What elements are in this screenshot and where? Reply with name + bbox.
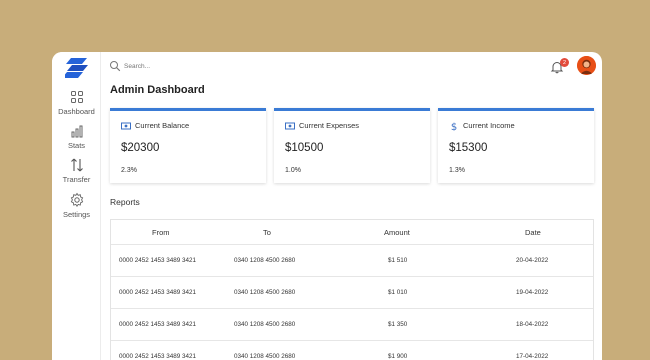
card-value: $15300 — [449, 142, 488, 154]
cell-from: 0000 2452 1453 3489 3421 — [119, 257, 197, 264]
sidebar-item-label: Settings — [62, 210, 91, 219]
column-header-date[interactable]: Date — [525, 228, 541, 237]
card-value: $10500 — [285, 142, 324, 154]
bar-chart-icon — [71, 125, 82, 138]
card-value: $20300 — [121, 142, 160, 154]
sidebar-item-settings[interactable]: Settings — [52, 192, 101, 219]
card-current-income: $ Current Income $15300 1.3% — [438, 108, 594, 183]
table-row[interactable]: 0000 2452 1453 3489 3421 0340 1208 4500 … — [111, 341, 593, 360]
sidebar-item-label: Transfer — [62, 175, 91, 184]
column-header-to[interactable]: To — [263, 228, 271, 237]
cell-from: 0000 2452 1453 3489 3421 — [119, 289, 197, 296]
card-percent: 1.0% — [285, 167, 301, 174]
sidebar-item-stats[interactable]: Stats — [52, 123, 101, 150]
logo-icon[interactable] — [65, 58, 89, 78]
money-icon — [285, 122, 295, 130]
card-title: Current Income — [463, 121, 515, 130]
cell-from: 0000 2452 1453 3489 3421 — [119, 321, 197, 328]
cell-amount: $1 510 — [388, 257, 408, 264]
sidebar-item-transfer[interactable]: Transfer — [52, 157, 101, 184]
column-header-from[interactable]: From — [152, 228, 170, 237]
avatar[interactable] — [577, 56, 596, 75]
dollar-icon: $ — [451, 122, 457, 131]
cell-date: 20-04-2022 — [516, 257, 549, 264]
table-header: From To Amount Date — [111, 220, 593, 245]
card-title: Current Expenses — [299, 121, 360, 130]
cell-amount: $1 350 — [388, 321, 408, 328]
card-percent: 2.3% — [121, 167, 137, 174]
sidebar: Dashboard Stats Transfer Settings — [52, 52, 101, 360]
column-header-amount[interactable]: Amount — [384, 228, 410, 237]
card-title: Current Balance — [135, 121, 190, 130]
cell-to: 0340 1208 4500 2680 — [234, 289, 296, 296]
user-avatar-icon — [577, 56, 596, 75]
search-input[interactable] — [124, 60, 324, 72]
reports-title: Reports — [110, 197, 140, 207]
search-icon — [110, 61, 121, 72]
money-icon — [121, 122, 131, 130]
table-row[interactable]: 0000 2452 1453 3489 3421 0340 1208 4500 … — [111, 277, 593, 309]
card-percent: 1.3% — [449, 167, 465, 174]
cell-amount: $1 900 — [388, 353, 408, 360]
cell-amount: $1 010 — [388, 289, 408, 296]
cell-date: 19-04-2022 — [516, 289, 549, 296]
page-title: Admin Dashboard — [110, 84, 205, 96]
grid-icon — [70, 91, 83, 103]
cell-to: 0340 1208 4500 2680 — [234, 257, 296, 264]
cell-to: 0340 1208 4500 2680 — [234, 321, 296, 328]
transfer-arrows-icon — [70, 158, 83, 172]
reports-table: From To Amount Date 0000 2452 1453 3489 … — [110, 219, 594, 360]
sidebar-item-dashboard[interactable]: Dashboard — [52, 89, 101, 116]
cell-from: 0000 2452 1453 3489 3421 — [119, 353, 197, 360]
topbar: 2 — [102, 52, 602, 82]
cell-to: 0340 1208 4500 2680 — [234, 353, 296, 360]
table-row[interactable]: 0000 2452 1453 3489 3421 0340 1208 4500 … — [111, 245, 593, 277]
sidebar-item-label: Stats — [67, 141, 86, 150]
cell-date: 18-04-2022 — [516, 321, 549, 328]
svg-text:$: $ — [451, 122, 457, 131]
table-row[interactable]: 0000 2452 1453 3489 3421 0340 1208 4500 … — [111, 309, 593, 341]
card-current-expenses: Current Expenses $10500 1.0% — [274, 108, 430, 183]
card-current-balance: Current Balance $20300 2.3% — [110, 108, 266, 183]
gear-icon — [70, 192, 83, 208]
notification-badge: 2 — [560, 58, 569, 67]
sidebar-item-label: Dashboard — [58, 107, 95, 116]
cell-date: 17-04-2022 — [516, 353, 549, 360]
app-window: Dashboard Stats Transfer Settings Search… — [52, 52, 602, 360]
